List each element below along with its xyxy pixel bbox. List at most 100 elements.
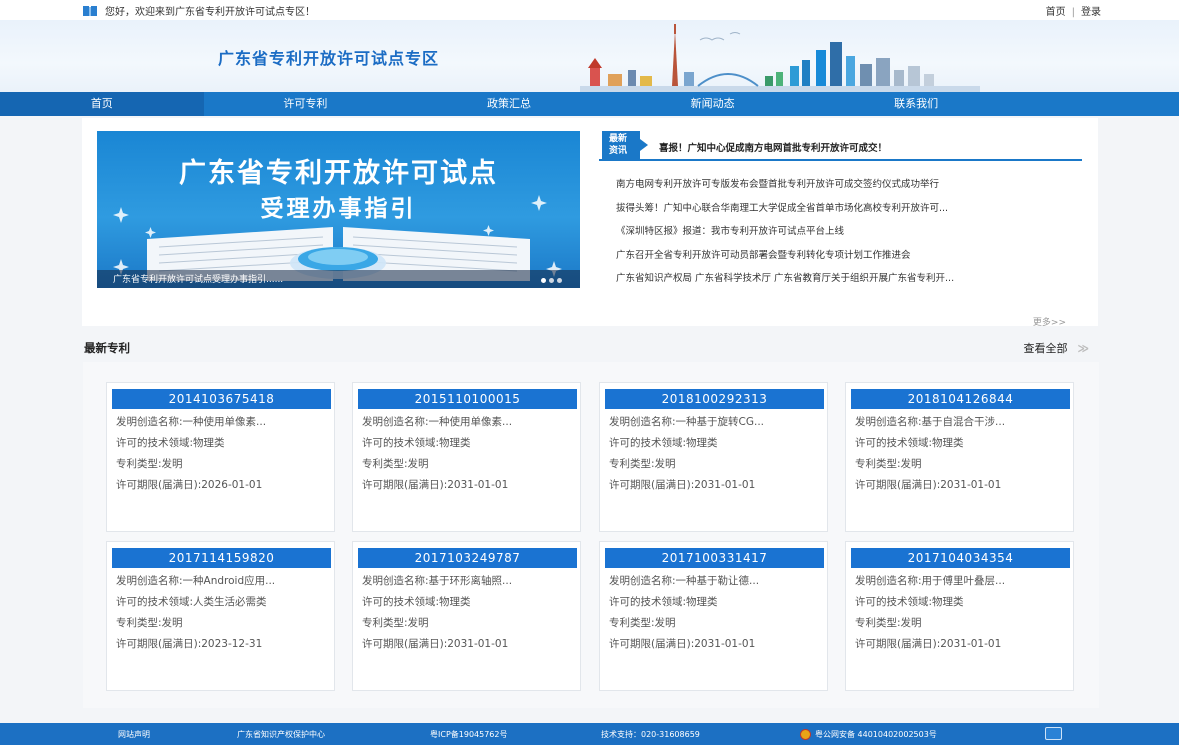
footer-statement-link[interactable]: 网站声明 [118,729,150,740]
patent-card[interactable]: 2017114159820 发明创造名称:一种Android应用... 许可的技… [106,541,335,691]
patent-card[interactable]: 2018100292313 发明创造名称:一种基于旋转CG... 许可的技术领域… [599,382,828,532]
patent-card[interactable]: 2015110100015 发明创造名称:一种使用单像素... 许可的技术领域:… [352,382,581,532]
slider-dot-1[interactable] [541,278,546,283]
patent-term: 许可期限(届满日):2031-01-01 [855,479,1002,491]
footer-icp-link[interactable]: 粤ICP备19045762号 [430,729,508,740]
patent-term: 许可期限(届满日):2031-01-01 [362,638,509,650]
view-all-label[interactable]: 查看全部 [1023,342,1067,355]
link-separator: | [1071,7,1075,18]
patent-type: 专利类型:发明 [362,458,429,470]
patent-number[interactable]: 2017104034354 [851,548,1070,568]
nav-item-policies[interactable]: 政策汇总 [407,92,611,116]
patent-type: 专利类型:发明 [855,617,922,629]
home-link[interactable]: 首页 [1046,7,1066,18]
patent-name: 发明创造名称:基于环形离轴照... [362,575,513,587]
footer-police-text[interactable]: 粤公网安备 44010402002503号 [815,730,937,739]
footer-police-record[interactable]: 粤公网安备 44010402002503号 [800,729,937,740]
patent-term: 许可期限(届满日):2031-01-01 [609,638,756,650]
news-tag-line1: 最新 [609,134,628,144]
nav-item-home[interactable]: 首页 [0,92,204,116]
patent-type: 专利类型:发明 [609,617,676,629]
police-emblem-icon [800,729,811,740]
patent-card[interactable]: 2018104126844 发明创造名称:基于自混合干涉... 许可的技术领域:… [845,382,1074,532]
patent-number[interactable]: 2018100292313 [605,389,824,409]
patent-field: 许可的技术领域:物理类 [855,596,964,608]
news-item[interactable]: 广东召开全省专利开放许可动员部署会暨专利转化专项计划工作推进会 [616,244,1076,268]
patent-card[interactable]: 2017104034354 发明创造名称:用于傅里叶叠层... 许可的技术领域:… [845,541,1074,691]
nav-item-news[interactable]: 新闻动态 [611,92,815,116]
patent-name: 发明创造名称:一种基于旋转CG... [609,416,765,428]
patent-name: 发明创造名称:一种使用单像素... [116,416,267,428]
news-more-link[interactable]: 更多>> [1033,315,1066,328]
top-links: 首页 | 登录 [1046,3,1101,18]
patent-number[interactable]: 2014103675418 [112,389,331,409]
patent-term: 许可期限(届满日):2026-01-01 [116,479,263,491]
patent-name: 发明创造名称:一种Android应用... [116,575,276,587]
patent-type: 专利类型:发明 [116,458,183,470]
patent-term: 许可期限(届满日):2031-01-01 [609,479,756,491]
slide-title-line1: 广东省专利开放许可试点 [179,158,498,189]
patent-term: 许可期限(届满日):2023-12-31 [116,638,263,650]
patent-field: 许可的技术领域:物理类 [116,437,225,449]
welcome-text: 您好，欢迎来到广东省专利开放许可试点专区！ [105,7,315,18]
patent-field: 许可的技术领域:物理类 [855,437,964,449]
patent-type: 专利类型:发明 [116,617,183,629]
slide-title-line2: 受理办事指引 [260,196,417,222]
nav-item-contact[interactable]: 联系我们 [814,92,1018,116]
news-item[interactable]: 南方电网专利开放许可专版发布会暨首批专利开放许可成交签约仪式成功举行 [616,173,1076,197]
news-item[interactable]: 《深圳特区报》报道：我市专利开放许可试点平台上线 [616,220,1076,244]
slide-caption[interactable]: 广东省专利开放许可试点受理办事指引...... [113,272,283,285]
footer-org: 广东省知识产权保护中心 [237,730,325,739]
slider-dots [541,278,562,283]
patent-type: 专利类型:发明 [609,458,676,470]
patent-type: 专利类型:发明 [855,458,922,470]
banner-slider[interactable]: 广东省专利开放许可试点 受理办事指引 广东省专利开放许可试点受理办事指引....… [97,131,580,288]
news-item[interactable]: 广东省知识产权局 广东省科学技术厅 广东省教育厅关于组织开展广东省专利开... [616,267,1076,291]
nav-item-licensed-patents[interactable]: 许可专利 [204,92,408,116]
footer-bar: 网站声明 广东省知识产权保护中心 粤ICP备19045762号 技术支持：020… [0,723,1179,745]
slider-dot-2[interactable] [549,278,554,283]
main-nav: 首页 许可专利 政策汇总 新闻动态 联系我们 [0,92,1179,116]
patent-number[interactable]: 2017100331417 [605,548,824,568]
patent-name: 发明创造名称:用于傅里叶叠层... [855,575,1006,587]
news-list: 南方电网专利开放许可专版发布会暨首批专利开放许可成交签约仪式成功举行 拔得头筹！… [599,173,1082,291]
gov-site-identity-icon[interactable] [1045,727,1062,740]
patent-number[interactable]: 2015110100015 [358,389,577,409]
patent-name: 发明创造名称:一种使用单像素... [362,416,513,428]
login-link[interactable]: 登录 [1081,7,1101,18]
patent-number[interactable]: 2017114159820 [112,548,331,568]
top-content-panel: 广东省专利开放许可试点 受理办事指引 广东省专利开放许可试点受理办事指引....… [82,118,1098,328]
patent-field: 许可的技术领域:物理类 [362,596,471,608]
patent-name: 发明创造名称:一种基于勒让德... [609,575,760,587]
news-item[interactable]: 拔得头筹！广知中心联合华南理工大学促成全省首单市场化高校专利开放许可... [616,197,1076,221]
patent-card[interactable]: 2017103249787 发明创造名称:基于环形离轴照... 许可的技术领域:… [352,541,581,691]
news-headline[interactable]: 喜报！广知中心促成南方电网首批专利开放许可成交！ [659,140,887,154]
view-all-link[interactable]: 查看全部 ≫ [1023,340,1089,356]
city-skyline-illustration [580,24,980,92]
welcome-area: 您好，欢迎来到广东省专利开放许可试点专区！ [83,3,315,18]
patent-name: 发明创造名称:基于自混合干涉... [855,416,1006,428]
patent-field: 许可的技术领域:物理类 [362,437,471,449]
patent-field: 许可的技术领域:物理类 [609,437,718,449]
patent-field: 许可的技术领域:物理类 [609,596,718,608]
patent-term: 许可期限(届满日):2031-01-01 [362,479,509,491]
patent-number[interactable]: 2017103249787 [358,548,577,568]
header-banner: 广东省专利开放许可试点专区 [0,20,1179,92]
footer-support: 技术支持：020-31608659 [601,730,700,739]
patent-grid: 2014103675418 发明创造名称:一种使用单像素... 许可的技术领域:… [83,362,1099,708]
patent-number[interactable]: 2018104126844 [851,389,1070,409]
double-chevron-icon[interactable]: ≫ [1077,342,1089,355]
latest-patents-title: 最新专利 [84,341,130,355]
patent-card[interactable]: 2017100331417 发明创造名称:一种基于勒让德... 许可的技术领域:… [599,541,828,691]
patent-field: 许可的技术领域:人类生活必需类 [116,596,267,608]
news-header: 最新 资讯 喜报！广知中心促成南方电网首批专利开放许可成交！ [599,131,1082,161]
slider-dot-3[interactable] [557,278,562,283]
patent-type: 专利类型:发明 [362,617,429,629]
top-strip: 您好，欢迎来到广东省专利开放许可试点专区！ 首页 | 登录 [0,0,1179,20]
patent-card[interactable]: 2014103675418 发明创造名称:一种使用单像素... 许可的技术领域:… [106,382,335,532]
site-title: 广东省专利开放许可试点专区 [218,49,440,68]
news-tag-line2: 资讯 [609,146,628,156]
news-panel: 最新 资讯 喜报！广知中心促成南方电网首批专利开放许可成交！ 南方电网专利开放许… [599,131,1082,328]
news-tag: 最新 资讯 [602,131,648,159]
book-icon [83,5,97,16]
